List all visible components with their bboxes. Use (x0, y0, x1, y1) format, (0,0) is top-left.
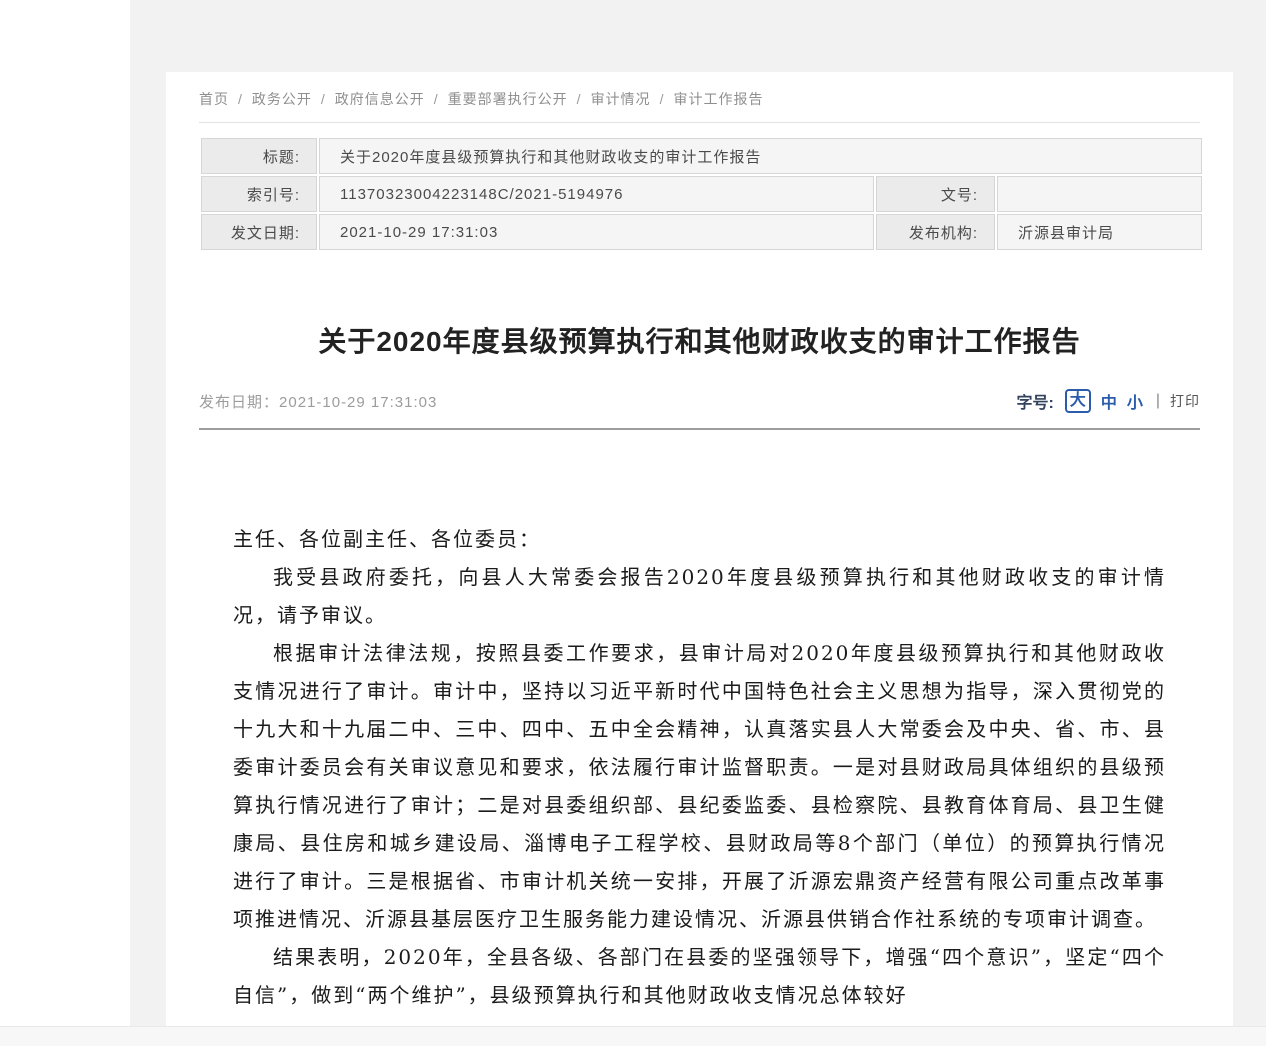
controls-separator: | (1156, 392, 1160, 410)
page-title: 关于2020年度县级预算执行和其他财政收支的审计工作报告 (199, 320, 1200, 360)
agency-value: 沂源县审计局 (997, 214, 1202, 250)
breadcrumb: 首页 / 政务公开 / 政府信息公开 / 重要部署执行公开 / 审计情况 / 审计工作报告 (199, 72, 1200, 109)
paragraph-salutation: 主任、各位副主任、各位委员： (233, 520, 1166, 558)
content-card: 首页 / 政务公开 / 政府信息公开 / 重要部署执行公开 / 审计情况 / 审计工作报告 标题: … (166, 72, 1233, 1026)
breadcrumb-separator: / (660, 91, 665, 107)
index-number-value: 11370323004223148C/2021-5194976 (319, 176, 874, 212)
font-size-medium-button[interactable]: 中 (1101, 389, 1117, 413)
paragraph-results: 结果表明，2020年，全县各级、各部门在县委的坚强领导下，增强“四个意识”，坚定… (233, 938, 1166, 1014)
article-meta-row: 发布日期：2021-10-29 17:31:03 字号: 大 中 小 | 打印 (199, 388, 1200, 414)
publish-date: 发布日期：2021-10-29 17:31:03 (199, 391, 437, 412)
breadcrumb-separator: / (321, 91, 326, 107)
document-meta-table: 标题: 关于2020年度县级预算执行和其他财政收支的审计工作报告 索引号: 11… (199, 136, 1204, 252)
breadcrumb-item-deployment[interactable]: 重要部署执行公开 (448, 91, 568, 107)
issue-date-value: 2021-10-29 17:31:03 (319, 214, 874, 250)
font-size-small-button[interactable]: 小 (1127, 389, 1143, 413)
breadcrumb-item-audit-status[interactable]: 审计情况 (591, 91, 651, 107)
article-controls: 字号: 大 中 小 | 打印 (1016, 389, 1200, 413)
doc-number-value (997, 176, 1202, 212)
publish-date-value: 2021-10-29 17:31:03 (279, 394, 437, 411)
breadcrumb-separator: / (577, 91, 582, 107)
doc-number-label: 文号: (876, 176, 995, 212)
breadcrumb-item-government-affairs[interactable]: 政务公开 (252, 91, 312, 107)
agency-label: 发布机构: (876, 214, 995, 250)
breadcrumb-item-audit-report[interactable]: 审计工作报告 (673, 91, 763, 107)
print-button[interactable]: 打印 (1170, 391, 1200, 411)
title-value: 关于2020年度县级预算执行和其他财政收支的审计工作报告 (319, 138, 1202, 174)
paragraph-intro: 我受县政府委托，向县人大常委会报告2020年度县级预算执行和其他财政收支的审计情… (233, 558, 1166, 634)
issue-date-label: 发文日期: (201, 214, 317, 250)
index-number-label: 索引号: (201, 176, 317, 212)
table-row: 索引号: 11370323004223148C/2021-5194976 文号: (201, 176, 1202, 212)
breadcrumb-separator: / (238, 91, 243, 107)
table-row: 标题: 关于2020年度县级预算执行和其他财政收支的审计工作报告 (201, 138, 1202, 174)
footer-strip (0, 1026, 1266, 1046)
left-margin (0, 0, 130, 1026)
breadcrumb-separator: / (434, 91, 439, 107)
breadcrumb-item-government-info[interactable]: 政府信息公开 (335, 91, 425, 107)
title-label: 标题: (201, 138, 317, 174)
breadcrumb-item-home[interactable]: 首页 (199, 91, 229, 107)
paragraph-audit-scope: 根据审计法律法规，按照县委工作要求，县审计局对2020年度县级预算执行和其他财政… (233, 634, 1166, 938)
breadcrumb-divider (199, 122, 1200, 123)
article-body: 主任、各位副主任、各位委员： 我受县政府委托，向县人大常委会报告2020年度县级… (199, 430, 1200, 1014)
font-size-large-button[interactable]: 大 (1065, 389, 1091, 413)
table-row: 发文日期: 2021-10-29 17:31:03 发布机构: 沂源县审计局 (201, 214, 1202, 250)
publish-date-label: 发布日期： (199, 394, 279, 411)
font-size-label: 字号: (1016, 389, 1053, 413)
